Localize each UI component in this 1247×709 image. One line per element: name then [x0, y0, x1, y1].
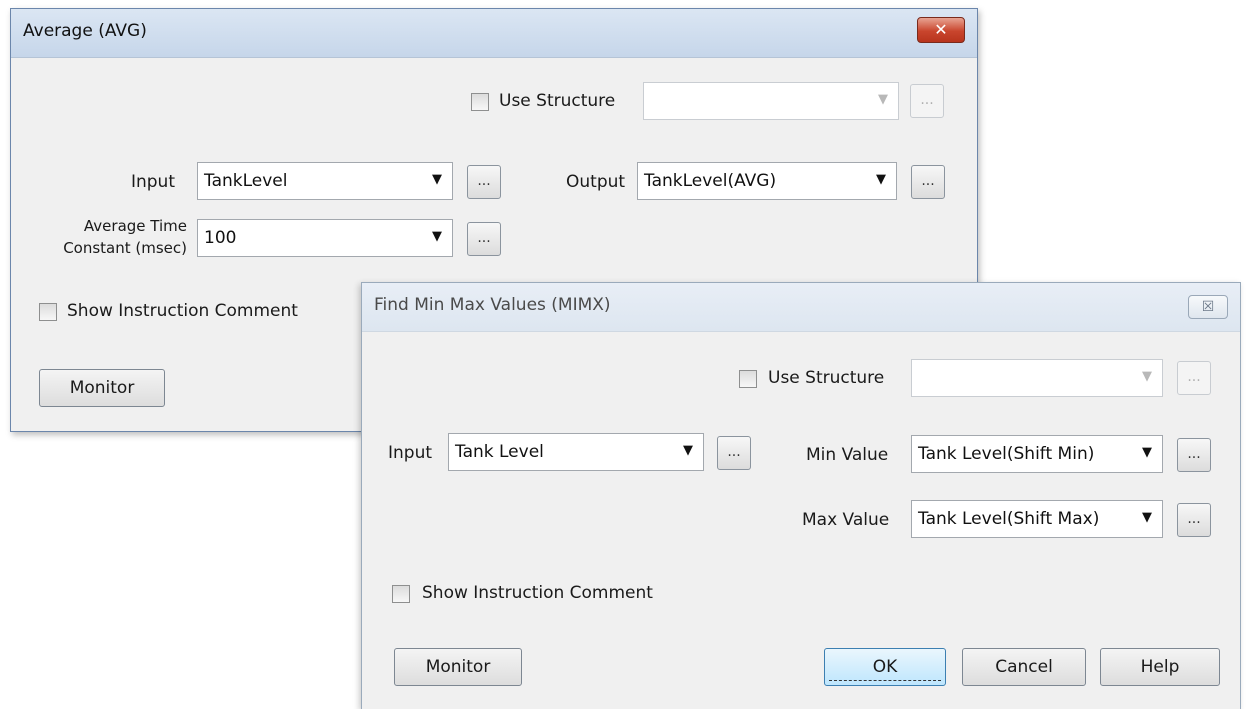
mimx-max-value: Tank Level(Shift Max): [918, 509, 1100, 529]
avg-input-label: Input: [130, 172, 175, 192]
avg-time-combo[interactable]: 100 ▼: [197, 219, 453, 257]
mimx-title: Find Min Max Values (MIMX): [374, 295, 611, 315]
avg-input-value: TankLevel: [204, 171, 288, 191]
mimx-close-button[interactable]: ☒: [1188, 295, 1228, 319]
avg-title: Average (AVG): [23, 21, 147, 41]
chevron-down-icon: ▼: [876, 172, 886, 187]
ok-button[interactable]: OK: [824, 648, 946, 686]
avg-title-bar[interactable]: Average (AVG) ✕: [11, 9, 977, 58]
help-button[interactable]: Help: [1100, 648, 1220, 686]
chevron-down-icon: ▼: [1142, 510, 1152, 525]
avg-input-combo[interactable]: TankLevel ▼: [197, 162, 453, 200]
chevron-down-icon: ▼: [683, 443, 693, 458]
mimx-structure-combo[interactable]: ▼: [911, 359, 1163, 397]
avg-show-comment-label: Show Instruction Comment: [67, 301, 298, 321]
avg-output-browse-button[interactable]: ...: [911, 165, 945, 199]
avg-output-label: Output: [566, 172, 626, 192]
avg-close-button[interactable]: ✕: [917, 17, 965, 43]
avg-time-value: 100: [204, 228, 237, 248]
mimx-title-bar[interactable]: Find Min Max Values (MIMX) ☒: [362, 283, 1240, 332]
chevron-down-icon: ▼: [1142, 445, 1152, 460]
mimx-input-browse-button[interactable]: ...: [717, 436, 751, 470]
avg-input-browse-button[interactable]: ...: [467, 165, 501, 199]
mimx-structure-browse-button[interactable]: ...: [1177, 361, 1211, 395]
avg-output-combo[interactable]: TankLevel(AVG) ▼: [637, 162, 897, 200]
mimx-min-browse-button[interactable]: ...: [1177, 438, 1211, 472]
mimx-max-combo[interactable]: Tank Level(Shift Max) ▼: [911, 500, 1163, 538]
mimx-min-label: Min Value: [806, 445, 889, 465]
mimx-use-structure-checkbox[interactable]: [739, 370, 757, 388]
mimx-dialog: Find Min Max Values (MIMX) ☒ Use Structu…: [361, 282, 1241, 709]
avg-show-comment-checkbox[interactable]: [39, 303, 57, 321]
close-icon: ✕: [934, 20, 948, 39]
mimx-max-label: Max Value: [802, 510, 890, 530]
close-icon: ☒: [1201, 299, 1215, 315]
mimx-show-comment-label: Show Instruction Comment: [422, 583, 653, 603]
avg-time-label-line2: Constant (msec): [63, 239, 187, 257]
avg-use-structure-label: Use Structure: [499, 91, 616, 111]
cancel-button[interactable]: Cancel: [962, 648, 1086, 686]
avg-structure-browse-button[interactable]: ...: [910, 84, 944, 118]
mimx-input-label: Input: [388, 443, 433, 463]
mimx-max-browse-button[interactable]: ...: [1177, 503, 1211, 537]
ok-label: OK: [872, 657, 898, 677]
mimx-monitor-button[interactable]: Monitor: [394, 648, 522, 686]
avg-use-structure-checkbox[interactable]: [471, 93, 489, 111]
mimx-input-combo[interactable]: Tank Level ▼: [448, 433, 704, 471]
chevron-down-icon: ▼: [1142, 369, 1152, 384]
avg-structure-combo[interactable]: ▼: [643, 82, 899, 120]
mimx-min-value: Tank Level(Shift Min): [918, 444, 1095, 464]
mimx-use-structure-label: Use Structure: [768, 368, 885, 388]
mimx-input-value: Tank Level: [455, 442, 544, 462]
chevron-down-icon: ▼: [432, 172, 442, 187]
avg-time-browse-button[interactable]: ...: [467, 222, 501, 256]
mimx-show-comment-checkbox[interactable]: [392, 585, 410, 603]
chevron-down-icon: ▼: [878, 92, 888, 107]
chevron-down-icon: ▼: [432, 229, 442, 244]
avg-time-label-line1: Average Time: [83, 217, 187, 235]
avg-output-value: TankLevel(AVG): [644, 171, 777, 191]
avg-monitor-button[interactable]: Monitor: [39, 369, 165, 407]
mimx-min-combo[interactable]: Tank Level(Shift Min) ▼: [911, 435, 1163, 473]
focus-rect: [829, 680, 941, 681]
